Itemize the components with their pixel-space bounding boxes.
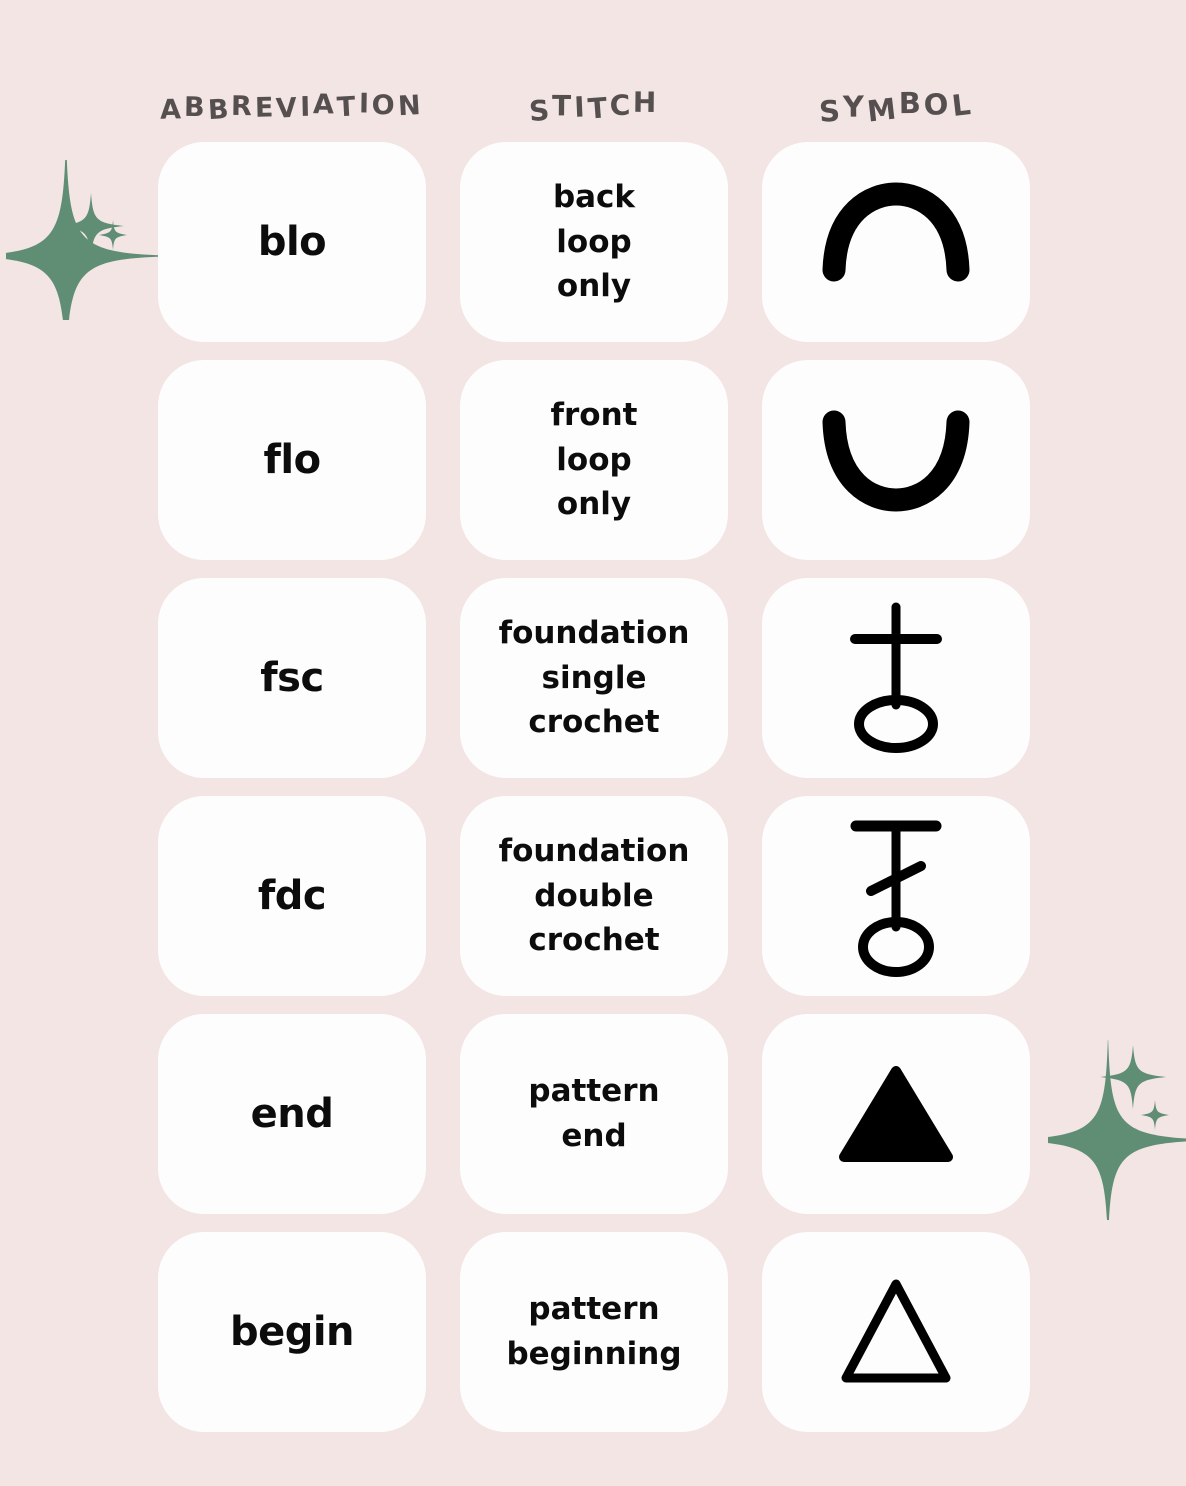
stitch-card-fsc[interactable]: foundation single crochet <box>460 578 728 778</box>
sparkle-small-icon <box>1141 1100 1169 1130</box>
abbreviation-card-begin[interactable]: begin <box>158 1232 426 1432</box>
symbol-card-fdc[interactable] <box>762 796 1030 996</box>
table-row: end pattern end <box>158 1014 1030 1214</box>
sparkle-small-icon <box>99 220 127 250</box>
abbreviation-card-end[interactable]: end <box>158 1014 426 1214</box>
stitch-card-fdc[interactable]: foundation double crochet <box>460 796 728 996</box>
abbreviation-label: end <box>250 1091 334 1137</box>
triangle-outline-icon <box>841 1279 951 1382</box>
sparkle-cluster-left <box>0 135 178 377</box>
table-row: begin pattern beginning <box>158 1232 1030 1432</box>
column-header-abbreviation: ABBREVIATION <box>158 78 426 136</box>
abbreviation-card-fsc[interactable]: fsc <box>158 578 426 778</box>
abbreviation-card-blo[interactable]: blo <box>158 142 426 342</box>
stitch-label: foundation double crochet <box>498 832 690 959</box>
abbreviation-label: fdc <box>257 873 327 919</box>
stitch-card-flo[interactable]: front loop only <box>460 360 728 560</box>
column-header-row: ABBREVIATION STITCH SYMBOL <box>158 78 1030 136</box>
stitch-card-end[interactable]: pattern end <box>460 1014 728 1214</box>
symbol-card-blo[interactable] <box>762 142 1030 342</box>
table-row: fsc foundation single crochet <box>158 578 1030 778</box>
symbol-card-end[interactable] <box>762 1014 1030 1214</box>
sparkle-medium-icon <box>1100 1045 1166 1109</box>
triangle-filled-icon <box>839 1066 953 1162</box>
abbreviation-label: flo <box>263 437 321 483</box>
foundation-double-crochet-icon <box>850 820 942 977</box>
stitch-card-begin[interactable]: pattern beginning <box>460 1232 728 1432</box>
sparkle-medium-icon <box>58 193 124 259</box>
abbreviation-label: fsc <box>260 655 324 701</box>
column-header-symbol-label: SYMBOL <box>818 85 975 129</box>
table-row: flo front loop only <box>158 360 1030 560</box>
sparkle-large-icon <box>0 135 178 377</box>
abbreviation-card-fdc[interactable]: fdc <box>158 796 426 996</box>
stitch-reference-grid: blo back loop only flo front loop only fsc <box>158 142 1030 1450</box>
symbol-card-fsc[interactable] <box>762 578 1030 778</box>
arc-up-icon <box>822 182 970 282</box>
abbreviation-label: begin <box>229 1309 355 1355</box>
symbol-card-begin[interactable] <box>762 1232 1030 1432</box>
abbreviation-label: blo <box>257 219 327 265</box>
stitch-label: pattern beginning <box>506 1291 682 1372</box>
table-row: blo back loop only <box>158 142 1030 342</box>
table-row: fdc foundation double crochet <box>158 796 1030 996</box>
sparkle-large-icon <box>996 1035 1186 1245</box>
stitch-card-blo[interactable]: back loop only <box>460 142 728 342</box>
column-header-symbol: SYMBOL <box>762 78 1030 136</box>
stitch-label: front loop only <box>550 396 638 523</box>
foundation-single-crochet-icon <box>850 602 942 753</box>
column-header-abbreviation-label: ABBREVIATION <box>160 87 425 126</box>
stitch-label: back loop only <box>552 178 636 305</box>
column-header-stitch-label: STITCH <box>527 85 660 129</box>
arc-down-icon <box>822 410 970 512</box>
symbol-card-flo[interactable] <box>762 360 1030 560</box>
stitch-label: pattern end <box>528 1073 660 1154</box>
abbreviation-card-flo[interactable]: flo <box>158 360 426 560</box>
stitch-label: foundation single crochet <box>498 614 690 741</box>
sparkle-cluster-right <box>996 1035 1186 1245</box>
column-header-stitch: STITCH <box>460 78 728 136</box>
